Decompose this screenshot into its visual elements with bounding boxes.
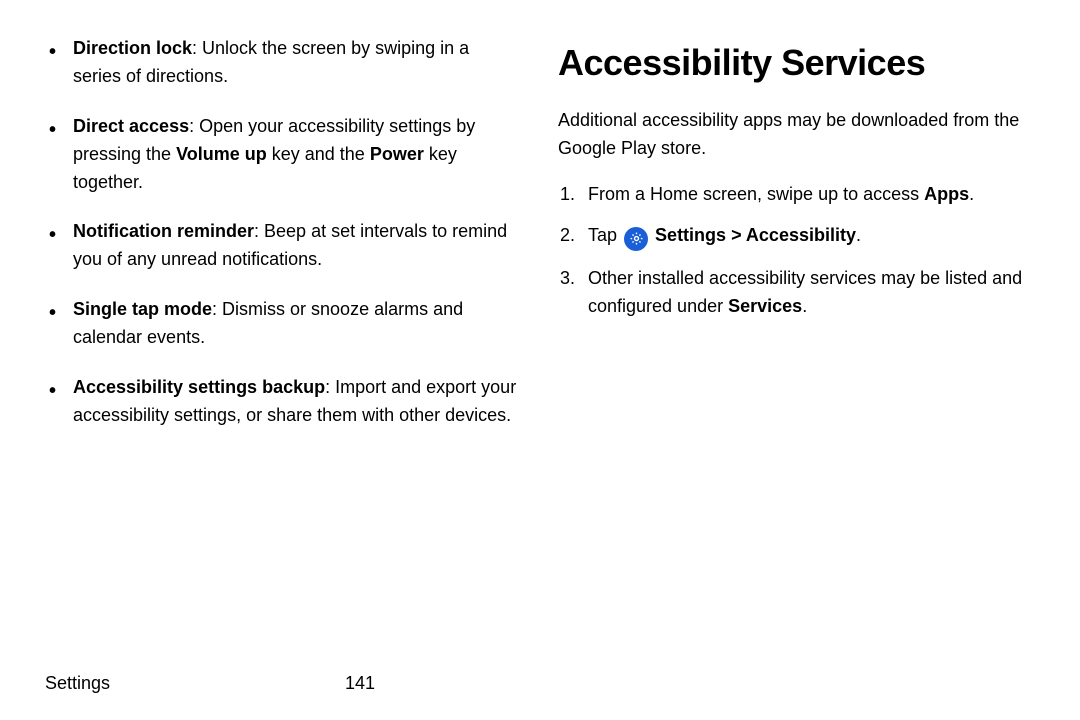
step-post: . bbox=[969, 184, 974, 204]
footer-page-number: 141 bbox=[345, 673, 375, 694]
term: Accessibility settings backup bbox=[73, 377, 325, 397]
bold: Accessibility bbox=[746, 225, 856, 245]
step-post: . bbox=[856, 225, 861, 245]
steps-list: From a Home screen, swipe up to access A… bbox=[558, 181, 1035, 321]
term: Direct access bbox=[73, 116, 189, 136]
settings-gear-icon bbox=[624, 227, 648, 251]
bold: Power bbox=[370, 144, 424, 164]
list-item: Other installed accessibility services m… bbox=[588, 265, 1035, 321]
list-item: Single tap mode: Dismiss or snooze alarm… bbox=[73, 296, 522, 352]
feature-bullet-list: Direction lock: Unlock the screen by swi… bbox=[45, 35, 522, 430]
page-footer: Settings 141 bbox=[45, 673, 1035, 694]
bold: Settings bbox=[655, 225, 726, 245]
footer-section-label: Settings bbox=[45, 673, 345, 694]
list-item: Direction lock: Unlock the screen by swi… bbox=[73, 35, 522, 91]
step-post: . bbox=[802, 296, 807, 316]
bold: Services bbox=[728, 296, 802, 316]
list-item: Accessibility settings backup: Import an… bbox=[73, 374, 522, 430]
intro-text: Additional accessibility apps may be dow… bbox=[558, 107, 1035, 163]
step-pre: Tap bbox=[588, 225, 622, 245]
bold: Apps bbox=[924, 184, 969, 204]
mid: key and the bbox=[267, 144, 370, 164]
page-title: Accessibility Services bbox=[558, 35, 1035, 91]
term: Notification reminder bbox=[73, 221, 254, 241]
list-item: Notification reminder: Beep at set inter… bbox=[73, 218, 522, 274]
sep: > bbox=[726, 225, 746, 245]
step-text: From a Home screen, swipe up to access bbox=[588, 184, 924, 204]
term: Direction lock bbox=[73, 38, 192, 58]
term: Single tap mode bbox=[73, 299, 212, 319]
list-item: Direct access: Open your accessibility s… bbox=[73, 113, 522, 197]
right-column: Accessibility Services Additional access… bbox=[558, 35, 1035, 655]
bold: Volume up bbox=[176, 144, 267, 164]
list-item: Tap Settings > Accessibility. bbox=[588, 222, 1035, 251]
left-column: Direction lock: Unlock the screen by swi… bbox=[45, 35, 522, 655]
list-item: From a Home screen, swipe up to access A… bbox=[588, 181, 1035, 209]
